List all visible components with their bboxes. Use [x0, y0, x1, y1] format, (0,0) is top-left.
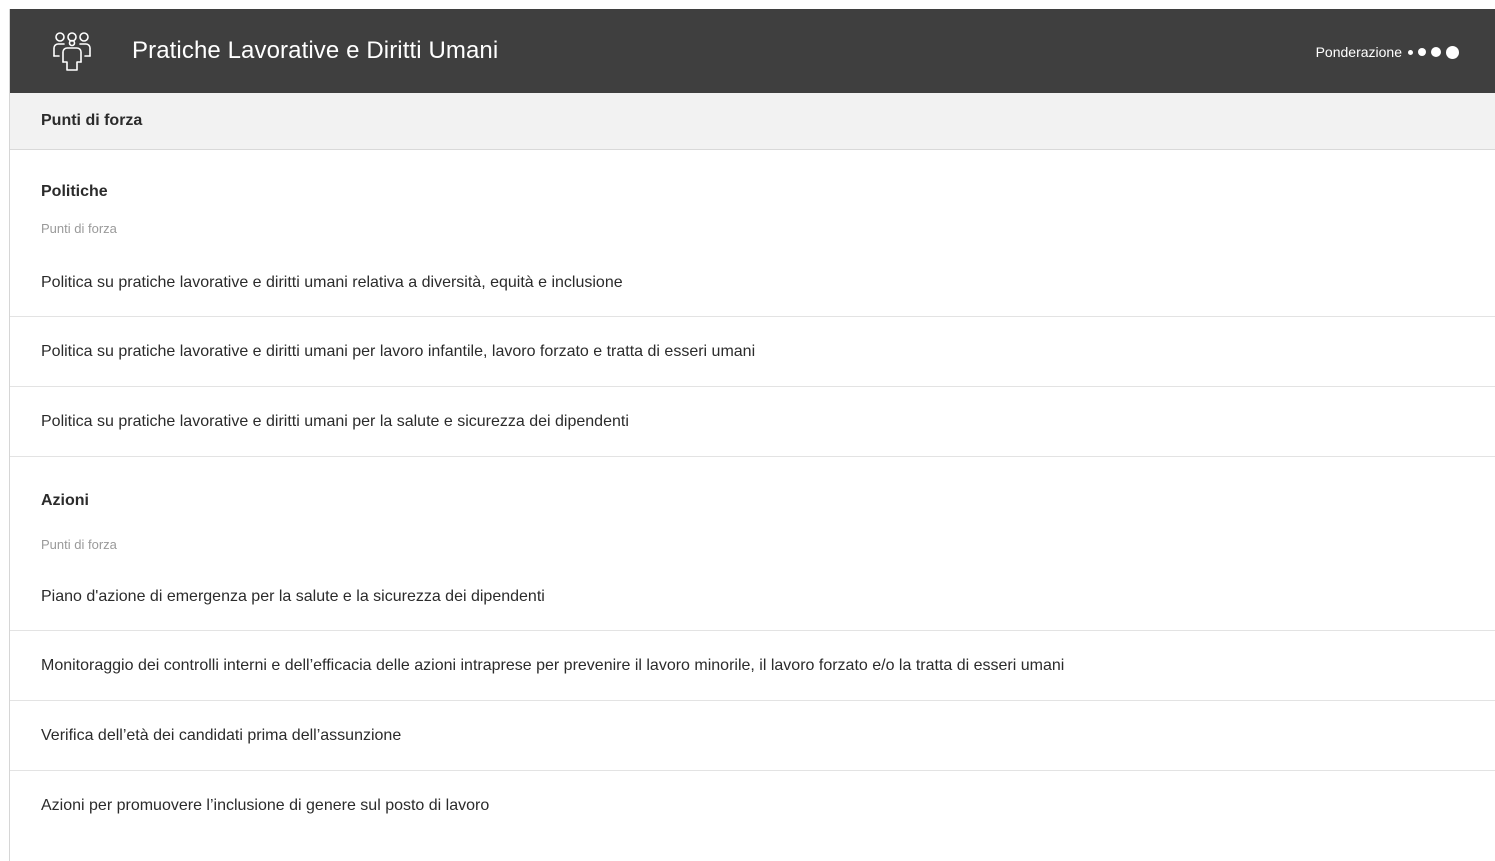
panel: Pratiche Lavorative e Diritti Umani Pond… [9, 9, 1495, 861]
page-title: Pratiche Lavorative e Diritti Umani [132, 37, 499, 64]
list-item: Azioni per promuovere l’inclusione di ge… [41, 797, 490, 814]
panel-header: Pratiche Lavorative e Diritti Umani Pond… [10, 9, 1495, 93]
list-item: Politica su pratiche lavorative e diritt… [10, 317, 1495, 387]
weighting-dot-3 [1431, 47, 1441, 57]
weighting-label: Ponderazione [1315, 44, 1402, 60]
list-item: Politica su pratiche lavorative e diritt… [10, 236, 1495, 317]
weighting-indicator: Ponderazione [1316, 44, 1459, 60]
weighting-dot-2 [1418, 48, 1426, 56]
section-title-azioni: Azioni [41, 492, 89, 509]
section-subtitle: Punti di forza [41, 537, 117, 552]
people-group-icon [50, 29, 94, 73]
weighting-dot-4 [1446, 45, 1459, 59]
section-title-politiche: Politiche [41, 183, 108, 200]
strengths-heading: Punti di forza [10, 93, 1495, 150]
list-item: Piano d'azione di emergenza per la salut… [10, 552, 1495, 631]
list-item: Politica su pratiche lavorative e diritt… [10, 387, 1495, 457]
section-subtitle: Punti di forza [41, 221, 117, 236]
weighting-dots [1408, 45, 1459, 59]
weighting-dot-1 [1408, 49, 1413, 55]
list-item: Monitoraggio dei controlli interni e del… [10, 631, 1495, 701]
list-item: Verifica dell’età dei candidati prima de… [10, 701, 1495, 771]
